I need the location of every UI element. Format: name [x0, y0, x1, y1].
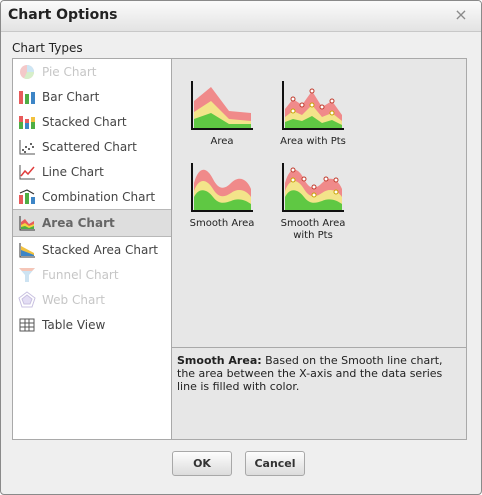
chart-type-line[interactable]: Line Chart — [13, 160, 171, 184]
table-icon — [18, 316, 36, 334]
scatter-chart-icon — [18, 138, 36, 156]
stacked-area-chart-icon — [18, 241, 36, 259]
chart-type-label: Web Chart — [42, 293, 105, 307]
chart-type-stacked-area[interactable]: Stacked Area Chart — [13, 238, 171, 262]
chart-options-dialog: Chart Options × Chart Types Pie Chart Ba… — [0, 0, 482, 495]
chart-types-label: Chart Types — [12, 41, 83, 55]
chart-type-label: Combination Chart — [42, 190, 156, 204]
subtype-smooth-area-with-pts[interactable]: Smooth Area with Pts — [272, 161, 354, 242]
subtype-label: Smooth Area with Pts — [280, 218, 346, 241]
area-subtype-icon — [191, 81, 253, 130]
line-chart-icon — [18, 163, 36, 181]
web-chart-icon — [18, 291, 36, 309]
stacked-chart-icon — [18, 113, 36, 131]
chart-type-pie: Pie Chart — [13, 60, 171, 84]
chart-type-combination[interactable]: Combination Chart — [13, 185, 171, 209]
subtype-label: Area — [210, 136, 234, 147]
subtype-preview-panel: Area Area with Pts Smooth Area Smooth Ar… — [171, 58, 467, 348]
chart-type-label: Scattered Chart — [42, 140, 137, 154]
subtype-area[interactable]: Area — [181, 79, 263, 148]
close-icon[interactable]: × — [453, 6, 469, 24]
subtype-description: Smooth Area: Based on the Smooth line ch… — [171, 347, 467, 440]
ok-button[interactable]: OK — [172, 451, 232, 476]
area-chart-icon — [18, 214, 36, 232]
cancel-button[interactable]: Cancel — [245, 451, 305, 476]
subtype-smooth-area[interactable]: Smooth Area — [181, 161, 263, 230]
chart-type-label: Stacked Chart — [42, 115, 127, 129]
smooth-area-subtype-icon — [191, 163, 253, 212]
chart-type-stacked[interactable]: Stacked Chart — [13, 110, 171, 134]
chart-type-label: Line Chart — [42, 165, 104, 179]
chart-type-label: Bar Chart — [42, 90, 100, 104]
description-title: Smooth Area: — [177, 354, 262, 367]
pie-chart-icon — [18, 63, 36, 81]
chart-type-label: Stacked Area Chart — [42, 243, 159, 257]
bar-chart-icon — [18, 88, 36, 106]
chart-type-web: Web Chart — [13, 288, 171, 312]
chart-type-table[interactable]: Table View — [13, 313, 171, 337]
subtype-area-with-pts[interactable]: Area with Pts — [272, 79, 354, 148]
chart-types-list: Pie Chart Bar Chart Stacked Chart Scatte… — [12, 58, 172, 440]
chart-type-scatter[interactable]: Scattered Chart — [13, 135, 171, 159]
subtype-label: Area with Pts — [280, 136, 346, 147]
title-bar: Chart Options × — [1, 1, 481, 32]
subtype-label: Smooth Area — [189, 218, 255, 229]
smooth-area-with-pts-subtype-icon — [282, 163, 344, 212]
chart-type-funnel: Funnel Chart — [13, 263, 171, 287]
chart-type-area[interactable]: Area Chart — [13, 209, 171, 237]
chart-type-label: Pie Chart — [42, 65, 97, 79]
chart-type-label: Funnel Chart — [42, 268, 119, 282]
area-with-pts-subtype-icon — [282, 81, 344, 130]
chart-type-label: Table View — [42, 318, 106, 332]
chart-type-label: Area Chart — [42, 216, 115, 230]
combination-chart-icon — [18, 188, 36, 206]
dialog-title: Chart Options — [8, 7, 118, 23]
funnel-chart-icon — [18, 266, 36, 284]
chart-type-bar[interactable]: Bar Chart — [13, 85, 171, 109]
